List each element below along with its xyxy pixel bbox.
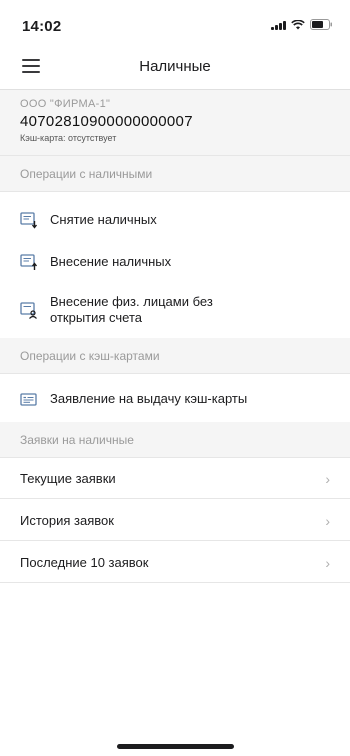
section-header-cash-ops: Операции с наличными: [0, 156, 350, 192]
section-header-card-ops: Операции с кэш-картами: [0, 338, 350, 374]
last-10-requests-label: Последние 10 заявок: [20, 555, 149, 570]
request-history-label: История заявок: [20, 513, 114, 528]
nav-bar: Наличные: [0, 44, 350, 90]
chevron-right-icon: ›: [325, 512, 330, 529]
account-number: 40702810900000000007: [20, 113, 193, 130]
deposit-cash-item[interactable]: Внесение наличных: [0, 246, 350, 278]
org-name: ООО "ФИРМА-1": [20, 98, 111, 110]
status-bar: 14:02: [0, 0, 350, 44]
withdraw-cash-label: Снятие наличных: [50, 212, 157, 227]
individual-deposit-icon: [20, 301, 37, 319]
request-history-item[interactable]: История заявок ›: [0, 501, 350, 541]
page-title: Наличные: [139, 58, 211, 75]
status-icons: [271, 19, 332, 30]
individual-deposit-item[interactable]: Внесение физ. лицами без открытия счета: [0, 288, 350, 332]
card-application-item[interactable]: Заявление на выдачу кэш-карты: [0, 382, 350, 416]
account-info[interactable]: ООО "ФИРМА-1" 40702810900000000007 Кэш-к…: [0, 90, 350, 156]
cash-withdrawal-icon: [20, 211, 38, 229]
cash-deposit-icon: [20, 253, 38, 270]
chevron-right-icon: ›: [325, 470, 330, 487]
status-time: 14:02: [22, 18, 62, 35]
chevron-right-icon: ›: [325, 554, 330, 571]
current-requests-label: Текущие заявки: [20, 471, 116, 486]
deposit-cash-label: Внесение наличных: [50, 254, 172, 269]
individual-deposit-label-line1: Внесение физ. лицами без: [50, 294, 213, 309]
last-10-requests-item[interactable]: Последние 10 заявок ›: [0, 543, 350, 583]
section-header-requests: Заявки на наличные: [0, 422, 350, 458]
individual-deposit-label-line2: открытия счета: [50, 310, 142, 325]
wifi-icon: [291, 19, 305, 30]
card-application-icon: [20, 392, 37, 406]
cash-card-status: Кэш-карта: отсутствует: [20, 133, 117, 143]
battery-icon: [310, 19, 332, 30]
card-application-label: Заявление на выдачу кэш-карты: [50, 391, 248, 406]
individual-deposit-label: Внесение физ. лицами без открытия счета: [50, 294, 213, 326]
withdraw-cash-item[interactable]: Снятие наличных: [0, 204, 350, 236]
signal-icon: [271, 20, 286, 30]
current-requests-item[interactable]: Текущие заявки ›: [0, 459, 350, 499]
home-indicator[interactable]: [117, 744, 234, 749]
